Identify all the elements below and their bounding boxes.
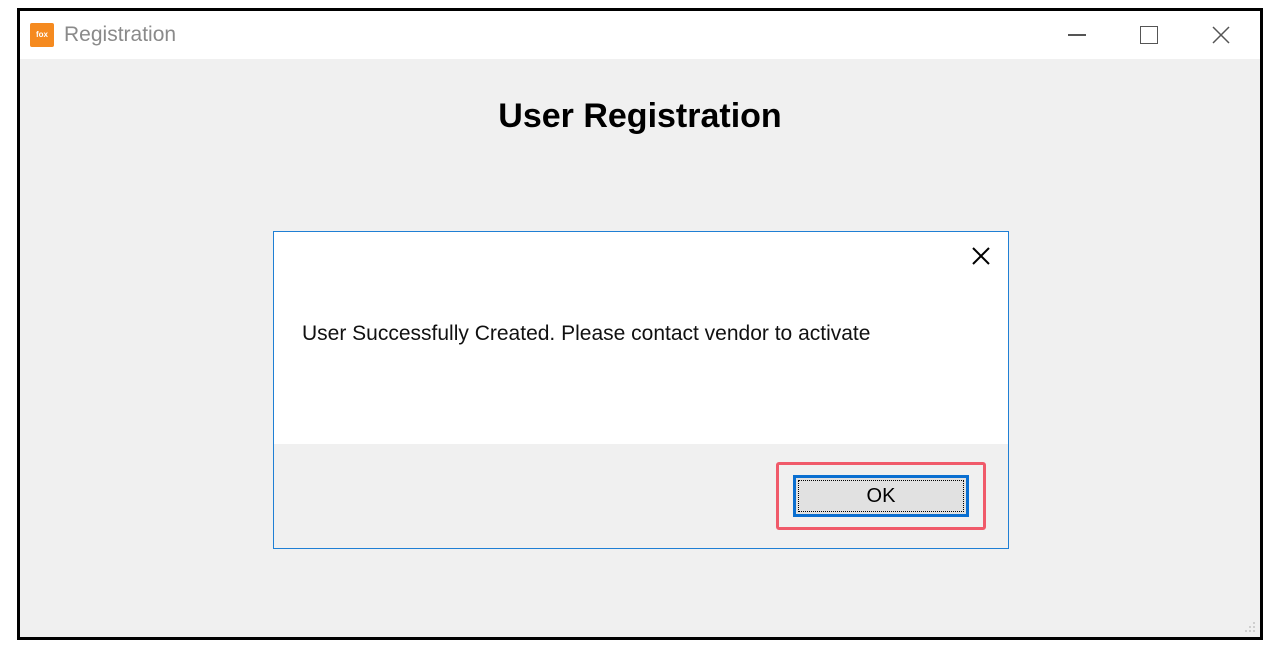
dialog-message: User Successfully Created. Please contac… — [302, 320, 980, 347]
dialog-close-icon[interactable] — [968, 243, 994, 269]
window-title: Registration — [64, 23, 1066, 47]
minimize-icon[interactable] — [1066, 24, 1088, 46]
titlebar: fox Registration — [20, 11, 1260, 59]
client-area: User Registration User Successfully Crea… — [20, 59, 1260, 637]
message-dialog: User Successfully Created. Please contac… — [273, 231, 1009, 549]
close-icon[interactable] — [1210, 24, 1232, 46]
dialog-titlebar — [274, 232, 1008, 280]
ok-button[interactable]: OK — [793, 475, 969, 517]
dialog-footer: OK — [274, 444, 1008, 548]
app-icon-text: fox — [36, 31, 48, 39]
maximize-icon[interactable] — [1138, 24, 1160, 46]
ok-highlight: OK — [776, 462, 986, 530]
page-title: User Registration — [20, 97, 1260, 136]
dialog-body: User Successfully Created. Please contac… — [274, 280, 1008, 444]
window-controls — [1066, 24, 1250, 46]
resize-grip-icon[interactable] — [1242, 619, 1256, 633]
app-icon: fox — [30, 23, 54, 47]
registration-window: fox Registration User Registration — [17, 8, 1263, 640]
